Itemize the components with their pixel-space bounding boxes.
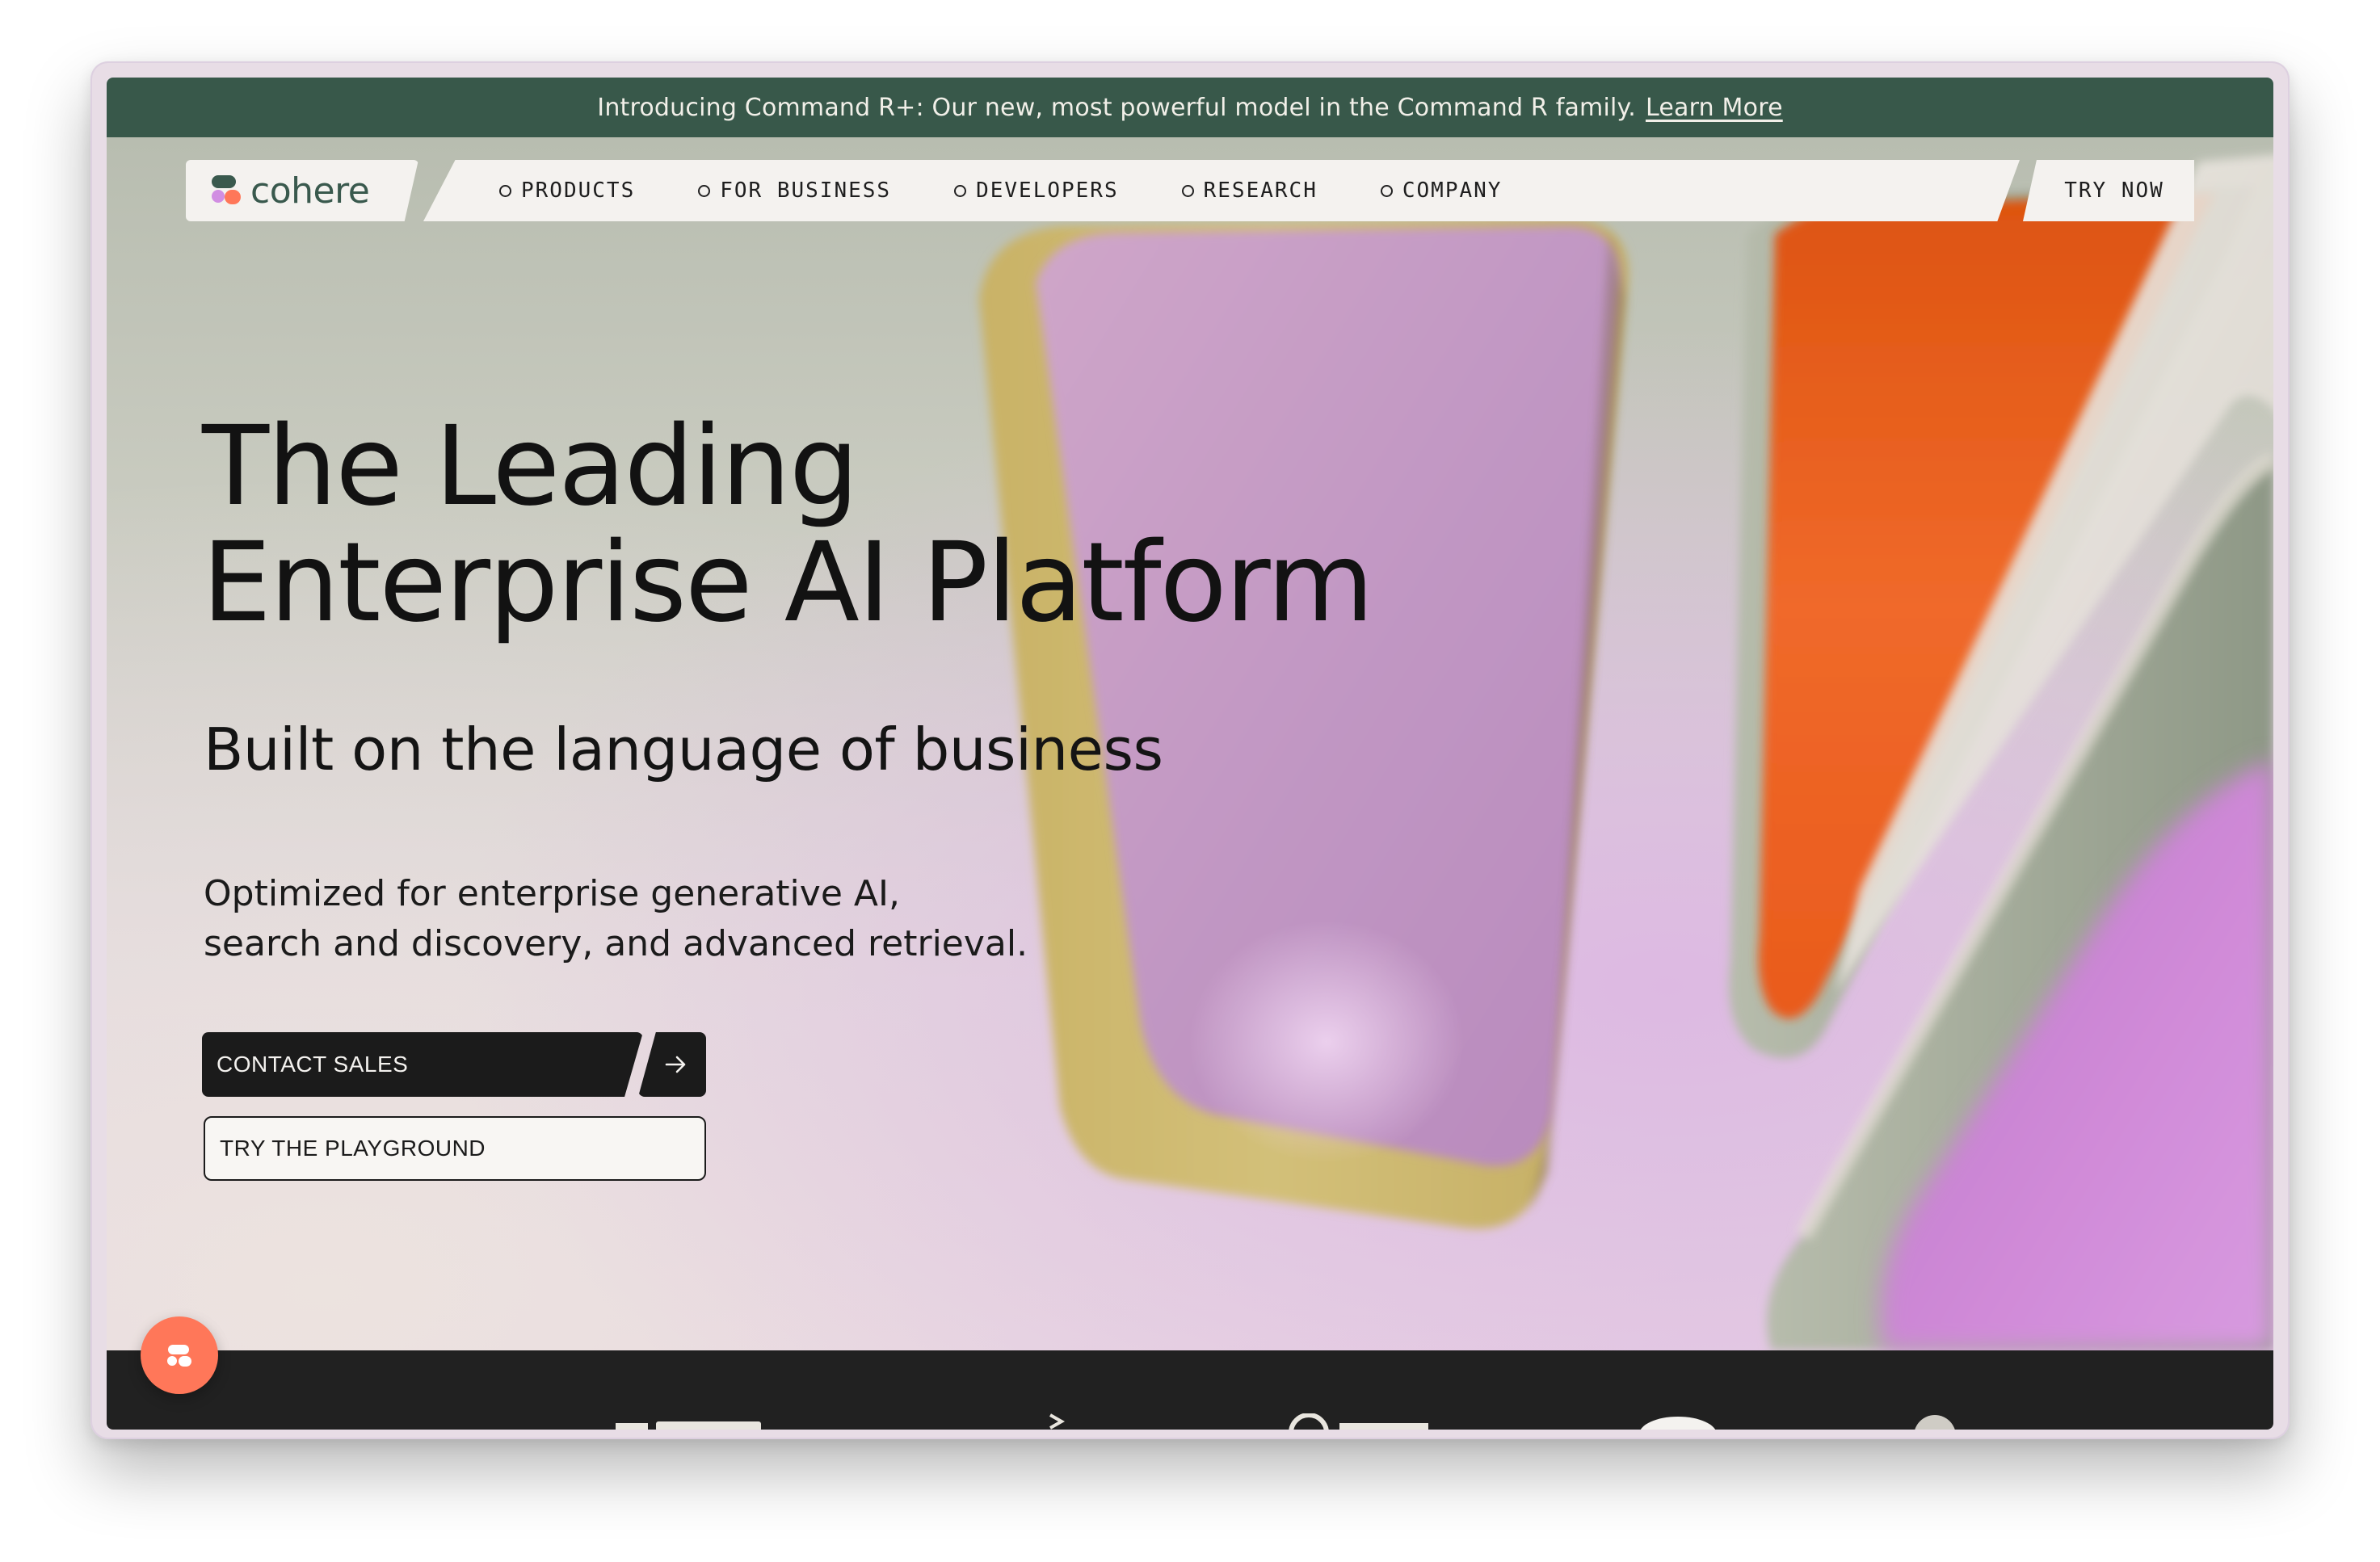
announcement-text: Introducing Command R+: Our new, most po… <box>597 93 1636 122</box>
partner-logo-5 <box>1907 1413 1963 1430</box>
main-menu: PRODUCTS FOR BUSINESS DEVELOPERS RESEARC… <box>423 160 2020 221</box>
description-line-1: Optimized for enterprise generative AI, <box>204 873 900 914</box>
nav-item-label: FOR BUSINESS <box>720 178 892 203</box>
contact-sales-button[interactable]: CONTACT SALES <box>202 1032 643 1097</box>
circle-bullet-icon <box>1181 184 1194 197</box>
cohere-chat-icon <box>167 1345 191 1367</box>
hero-subheadline: Built on the language of business <box>204 716 1163 783</box>
nav-item-label: PRODUCTS <box>521 178 636 203</box>
cohere-logo[interactable]: cohere <box>186 160 418 221</box>
page-viewport: Introducing Command R+: Our new, most po… <box>107 78 2273 1430</box>
partner-logo-3 <box>1286 1413 1440 1430</box>
nav-item-products[interactable]: PRODUCTS <box>499 178 635 203</box>
nav-item-label: COMPANY <box>1402 178 1503 203</box>
circle-bullet-icon <box>698 184 711 197</box>
hero-headline: The Leading Enterprise AI Platform <box>202 403 1374 647</box>
headline-line-1: The Leading <box>202 403 859 531</box>
partner-logo-2 <box>1044 1413 1068 1430</box>
announcement-bar: Introducing Command R+: Our new, most po… <box>107 78 2273 137</box>
nav-item-research[interactable]: RESEARCH <box>1181 178 1318 203</box>
description-line-2: search and discovery, and advanced retri… <box>204 923 1028 964</box>
circle-bullet-icon <box>499 184 511 197</box>
nav-item-label: RESEARCH <box>1203 178 1318 203</box>
nav-item-for-business[interactable]: FOR BUSINESS <box>698 178 891 203</box>
nav-item-label: DEVELOPERS <box>976 178 1119 203</box>
customer-logos-strip <box>107 1350 2273 1430</box>
headline-line-2: Enterprise AI Platform <box>202 519 1374 647</box>
circle-bullet-icon <box>1380 184 1393 197</box>
arrow-right-icon <box>665 1056 686 1073</box>
hero-description: Optimized for enterprise generative AI, … <box>204 869 1254 969</box>
learn-more-link[interactable]: Learn More <box>1646 94 1783 122</box>
chat-widget-button[interactable] <box>141 1316 218 1394</box>
logo-wordmark: cohere <box>250 170 370 212</box>
nav-item-company[interactable]: COMPANY <box>1380 178 1503 203</box>
nav-item-developers[interactable]: DEVELOPERS <box>954 178 1119 203</box>
partner-logo-4 <box>1634 1413 1722 1430</box>
circle-bullet-icon <box>954 184 967 197</box>
top-navigation: cohere PRODUCTS FOR BUSINESS DEVELOPERS <box>107 137 2273 226</box>
partner-logo-1 <box>616 1413 777 1430</box>
try-playground-button[interactable]: TRY THE PLAYGROUND <box>204 1116 706 1181</box>
hero-section: cohere PRODUCTS FOR BUSINESS DEVELOPERS <box>107 137 2273 1350</box>
browser-window: Introducing Command R+: Our new, most po… <box>90 61 2290 1439</box>
cohere-logo-icon <box>212 175 242 206</box>
try-now-button[interactable]: TRY NOW <box>2023 160 2194 221</box>
